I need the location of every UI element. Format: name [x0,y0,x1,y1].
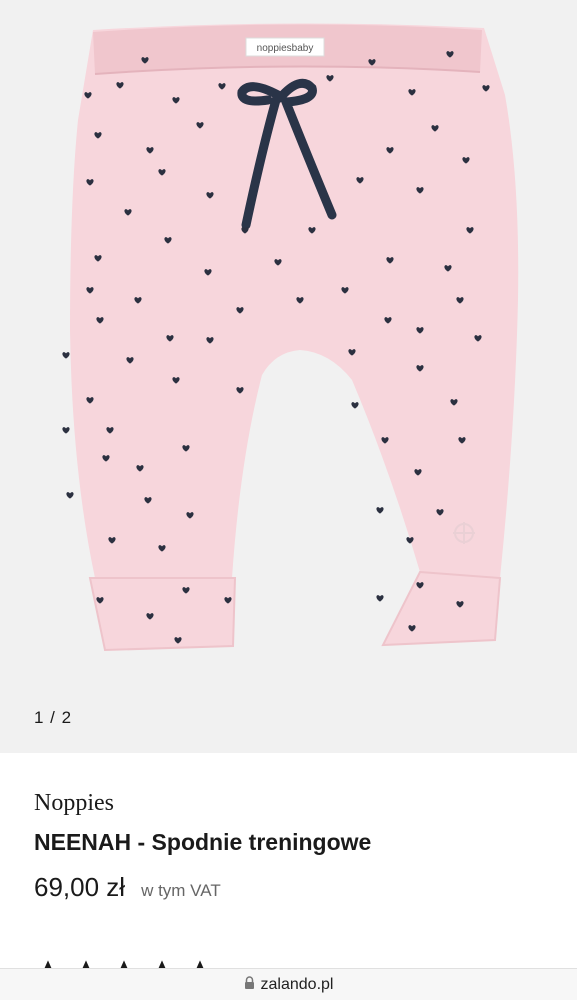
heart-mark [376,595,384,602]
gallery-counter: 1 / 2 [34,708,73,727]
product-photo: noppiesbaby [62,23,519,652]
right-cuff [381,570,502,647]
heart-mark [62,427,70,434]
heart-mark [62,352,70,359]
vat-note: w tym VAT [141,881,221,900]
product-image-gallery[interactable]: noppiesbaby 1 / 2 [0,0,577,753]
product-name: NEENAH - Spodnie treningowe [34,829,372,855]
left-cuff [88,577,237,652]
brand-name[interactable]: Noppies [34,790,554,817]
heart-mark [66,492,74,499]
heart-mark [376,507,384,514]
lock-icon [244,975,255,994]
url-text: zalando.pl [260,975,334,993]
price: 69,00 zł [34,872,126,902]
browser-url-bar[interactable]: zalando.pl [0,968,577,1000]
heart-mark [351,402,359,409]
price-row: 69,00 zł w tym VAT [34,872,554,903]
product-info: Noppies NEENAH - Spodnie treningowe 69,0… [34,790,554,903]
brand-label-text: noppiesbaby [257,43,314,54]
